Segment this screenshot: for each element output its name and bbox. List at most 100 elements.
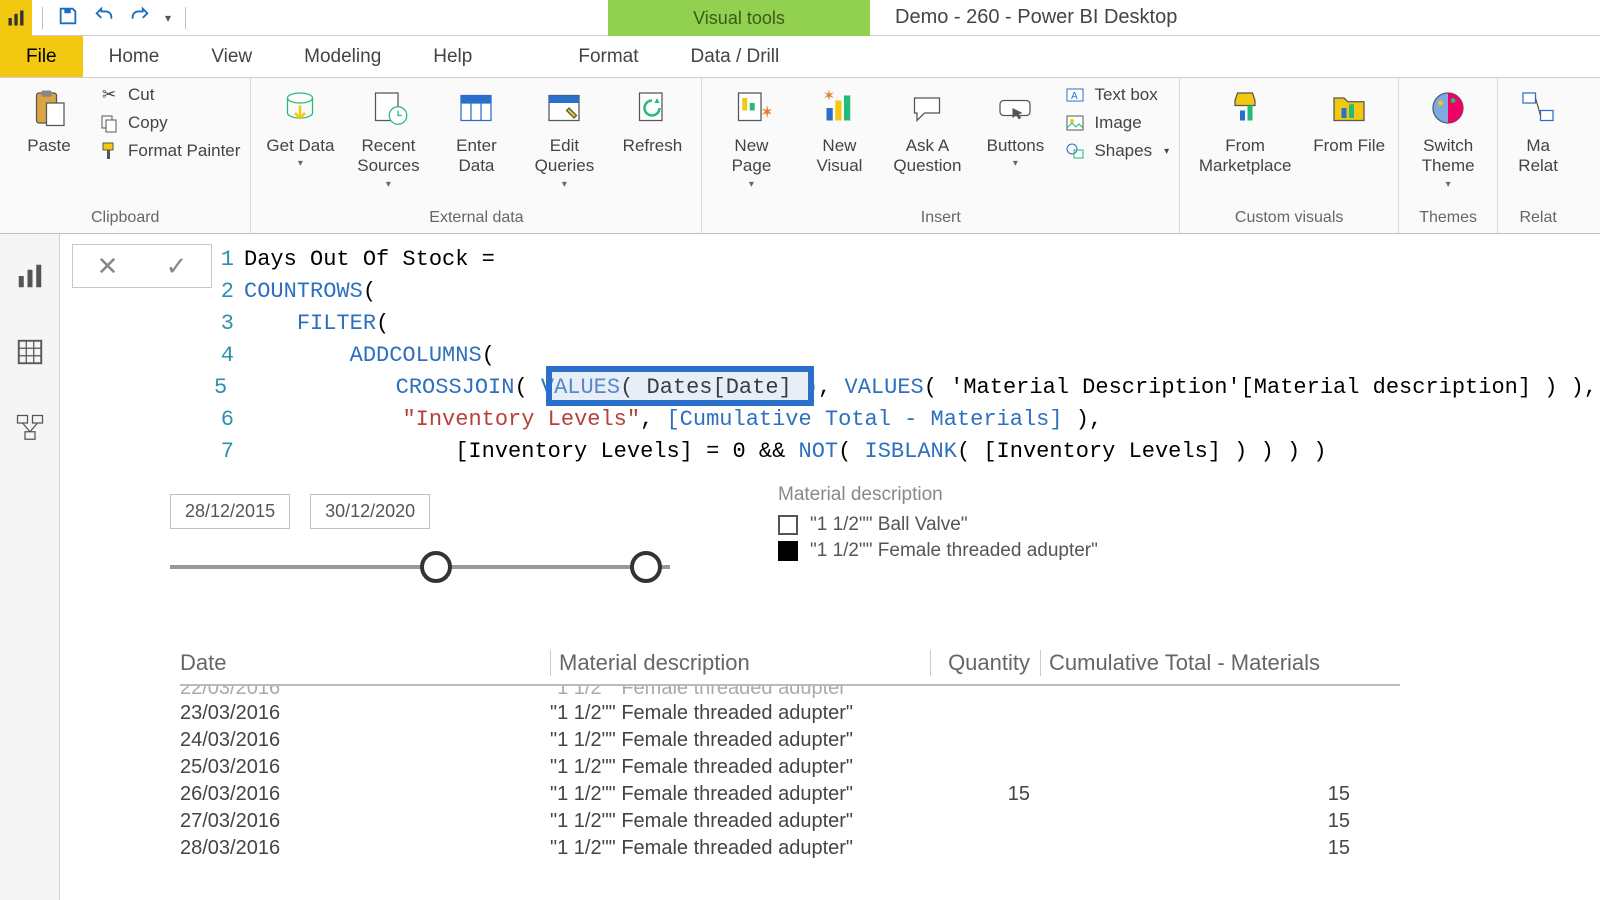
- group-label-themes: Themes: [1409, 205, 1487, 233]
- qat-dropdown-icon[interactable]: ▾: [165, 11, 171, 25]
- copy-button[interactable]: Copy: [98, 112, 240, 134]
- refresh-button[interactable]: Refresh: [613, 82, 691, 156]
- svg-text:A: A: [1071, 91, 1078, 102]
- group-clipboard: Paste ✂Cut Copy Format Painter Clipboard: [0, 78, 251, 233]
- table-row[interactable]: 25/03/2016"1 1/2"" Female threaded adupt…: [180, 754, 1400, 781]
- group-label-custom: Custom visuals: [1190, 205, 1388, 233]
- cut-button[interactable]: ✂Cut: [98, 84, 240, 106]
- visual-tools-contextual-tab: Visual tools: [608, 0, 870, 36]
- ribbon-tabs: File Home View Modeling Help Format Data…: [0, 36, 1600, 78]
- tab-view[interactable]: View: [185, 36, 278, 77]
- enter-data-button[interactable]: Enter Data: [437, 82, 515, 177]
- shapes-icon: [1064, 140, 1086, 162]
- app-icon: [0, 0, 32, 36]
- svg-text:✶: ✶: [760, 102, 771, 122]
- date-slicer[interactable]: 28/12/2015 30/12/2020: [170, 494, 670, 587]
- buttons-icon: [993, 86, 1037, 130]
- text-box-button[interactable]: AText box: [1064, 84, 1169, 106]
- tab-home[interactable]: Home: [83, 36, 186, 77]
- save-icon[interactable]: [57, 5, 79, 30]
- group-custom-visuals: From Marketplace From File Custom visual…: [1180, 78, 1399, 233]
- recent-sources-icon: [366, 86, 410, 130]
- image-button[interactable]: Image: [1064, 112, 1169, 134]
- tab-file[interactable]: File: [0, 36, 83, 77]
- tab-modeling[interactable]: Modeling: [278, 36, 407, 77]
- group-themes: Switch Theme▾ Themes: [1399, 78, 1498, 233]
- text-box-icon: A: [1064, 84, 1086, 106]
- formula-controls: ✕ ✓: [72, 244, 212, 288]
- paste-button[interactable]: Paste: [10, 82, 88, 156]
- group-label-relat: Relat: [1508, 205, 1568, 233]
- tab-help[interactable]: Help: [407, 36, 498, 77]
- data-table[interactable]: Date Material description Quantity Cumul…: [180, 650, 1400, 862]
- model-view-button[interactable]: [12, 410, 48, 446]
- from-file-icon: [1327, 86, 1371, 130]
- table-row[interactable]: 26/03/2016"1 1/2"" Female threaded adupt…: [180, 781, 1400, 808]
- date-slider[interactable]: [170, 547, 670, 587]
- refresh-icon: [630, 86, 674, 130]
- new-visual-button[interactable]: ✶New Visual: [800, 82, 878, 177]
- shapes-button[interactable]: Shapes▾: [1064, 140, 1169, 162]
- manage-relationships-button[interactable]: Ma Relat: [1508, 82, 1568, 177]
- dax-editor[interactable]: 1Days Out Of Stock = 2COUNTROWS( 3 FILTE…: [214, 244, 1590, 468]
- svg-text:✶: ✶: [823, 88, 836, 105]
- table-row[interactable]: 24/03/2016"1 1/2"" Female threaded adupt…: [180, 727, 1400, 754]
- legend-title: Material description: [778, 484, 1098, 506]
- cut-icon: ✂: [98, 84, 120, 106]
- group-label-clipboard: Clipboard: [10, 205, 240, 233]
- view-rail: [0, 234, 60, 900]
- undo-icon[interactable]: [93, 5, 115, 30]
- slicer-start-date[interactable]: 28/12/2015: [170, 494, 290, 529]
- from-file-button[interactable]: From File: [1310, 82, 1388, 156]
- group-label-insert: Insert: [712, 205, 1169, 233]
- switch-theme-icon: [1426, 86, 1470, 130]
- group-label-external: External data: [261, 205, 691, 233]
- legend-item-1[interactable]: "1 1/2"" Female threaded adupter": [778, 540, 1098, 562]
- table-header: Date Material description Quantity Cumul…: [180, 650, 1400, 686]
- ask-question-button[interactable]: Ask A Question: [888, 82, 966, 177]
- recent-sources-button[interactable]: Recent Sources▾: [349, 82, 427, 190]
- get-data-button[interactable]: Get Data▾: [261, 82, 339, 169]
- switch-theme-button[interactable]: Switch Theme▾: [1409, 82, 1487, 190]
- image-icon: [1064, 112, 1086, 134]
- tab-data-drill[interactable]: Data / Drill: [665, 36, 806, 77]
- ask-question-icon: [905, 86, 949, 130]
- paste-icon: [27, 86, 71, 130]
- legend-item-0[interactable]: "1 1/2"" Ball Valve": [778, 514, 1098, 536]
- report-view-button[interactable]: [12, 258, 48, 294]
- marketplace-icon: [1223, 86, 1267, 130]
- material-legend: Material description "1 1/2"" Ball Valve…: [778, 484, 1098, 566]
- new-page-button[interactable]: ✶New Page▾: [712, 82, 790, 190]
- table-row[interactable]: 22/03/2016"1 1/2"" Female threaded adupt…: [180, 686, 1400, 700]
- edit-queries-icon: [542, 86, 586, 130]
- quick-access-toolbar: ▾: [32, 5, 196, 30]
- title-bar: ▾ Visual tools Demo - 260 - Power BI Des…: [0, 0, 1600, 36]
- from-marketplace-button[interactable]: From Marketplace: [1190, 82, 1300, 177]
- formula-cancel-button[interactable]: ✕: [97, 251, 119, 282]
- format-painter-icon: [98, 140, 120, 162]
- window-title: Demo - 260 - Power BI Desktop: [895, 6, 1177, 29]
- table-row[interactable]: 28/03/2016"1 1/2"" Female threaded adupt…: [180, 835, 1400, 862]
- slicer-end-date[interactable]: 30/12/2020: [310, 494, 430, 529]
- edit-queries-button[interactable]: Edit Queries▾: [525, 82, 603, 190]
- slider-handle-end[interactable]: [630, 551, 662, 583]
- get-data-icon: [278, 86, 322, 130]
- group-insert: ✶New Page▾ ✶New Visual Ask A Question Bu…: [702, 78, 1180, 233]
- redo-icon[interactable]: [129, 5, 151, 30]
- formula-commit-button[interactable]: ✓: [166, 251, 188, 282]
- new-page-icon: ✶: [729, 86, 773, 130]
- legend-swatch-filled: [778, 541, 798, 561]
- table-row[interactable]: 23/03/2016"1 1/2"" Female threaded adupt…: [180, 700, 1400, 727]
- group-relationships: Ma Relat Relat: [1498, 78, 1578, 233]
- format-painter-button[interactable]: Format Painter: [98, 140, 240, 162]
- copy-icon: [98, 112, 120, 134]
- data-view-button[interactable]: [12, 334, 48, 370]
- buttons-button[interactable]: Buttons▾: [976, 82, 1054, 169]
- table-row[interactable]: 27/03/2016"1 1/2"" Female threaded adupt…: [180, 808, 1400, 835]
- new-visual-icon: ✶: [817, 86, 861, 130]
- group-external-data: Get Data▾ Recent Sources▾ Enter Data Edi…: [251, 78, 702, 233]
- tab-format[interactable]: Format: [552, 36, 664, 77]
- slider-handle-start[interactable]: [420, 551, 452, 583]
- legend-swatch-empty: [778, 515, 798, 535]
- enter-data-icon: [454, 86, 498, 130]
